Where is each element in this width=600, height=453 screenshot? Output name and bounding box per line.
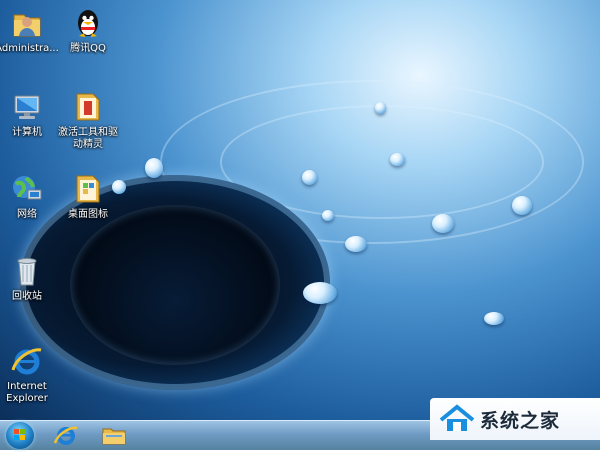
- internet-explorer-icon: [50, 426, 82, 452]
- water-drop: [432, 214, 454, 233]
- water-drop: [303, 282, 337, 304]
- network-icon: [10, 172, 44, 206]
- water-drop: [375, 102, 386, 114]
- water-drop: [345, 236, 367, 252]
- desktop-icon-qq[interactable]: 腾讯QQ: [51, 6, 125, 55]
- taskbar-internet-explorer-button[interactable]: [50, 423, 82, 448]
- desktop-wallpaper: Administra... 腾讯QQ 计算机 激活工具和驱 动精灵 网络 桌面图…: [0, 0, 600, 420]
- folder-icon: [71, 172, 105, 206]
- water-drop: [302, 170, 317, 185]
- file-explorer-icon: [98, 428, 130, 452]
- desktop-icon-recycle-bin[interactable]: 回收站: [0, 254, 64, 303]
- user-folder-icon: [10, 6, 44, 40]
- recycle-bin-icon: [10, 254, 44, 288]
- water-drop: [390, 153, 405, 166]
- house-logo-icon: [439, 404, 475, 431]
- desktop-icon-activation-tools[interactable]: 激活工具和驱 动精灵: [51, 90, 125, 151]
- water-drop: [484, 312, 504, 325]
- desktop-icon-label: Internet Explorer: [6, 381, 48, 404]
- folder-icon: [71, 90, 105, 124]
- computer-icon: [10, 90, 44, 124]
- taskbar-file-explorer-button[interactable]: [98, 423, 130, 448]
- internet-explorer-icon: [10, 344, 44, 378]
- water-drop: [145, 158, 163, 178]
- desktop-icon-desktop-icons[interactable]: 桌面图标: [51, 172, 125, 221]
- watermark-logo: 系统之家: [430, 398, 600, 440]
- water-drop: [322, 210, 334, 221]
- qq-penguin-icon: [71, 6, 105, 40]
- desktop-icon-label: 激活工具和驱 动精灵: [58, 127, 118, 150]
- desktop-icon-internet-explorer[interactable]: Internet Explorer: [0, 344, 64, 405]
- desktop-icon-label: 桌面图标: [68, 209, 108, 220]
- water-splash-center: [70, 205, 280, 365]
- windows-start-orb-icon[interactable]: [6, 422, 34, 449]
- desktop-icon-label: 腾讯QQ: [70, 43, 106, 54]
- desktop-icon-label: 回收站: [12, 291, 42, 302]
- watermark-text: 系统之家: [480, 410, 561, 432]
- water-drop: [512, 196, 532, 215]
